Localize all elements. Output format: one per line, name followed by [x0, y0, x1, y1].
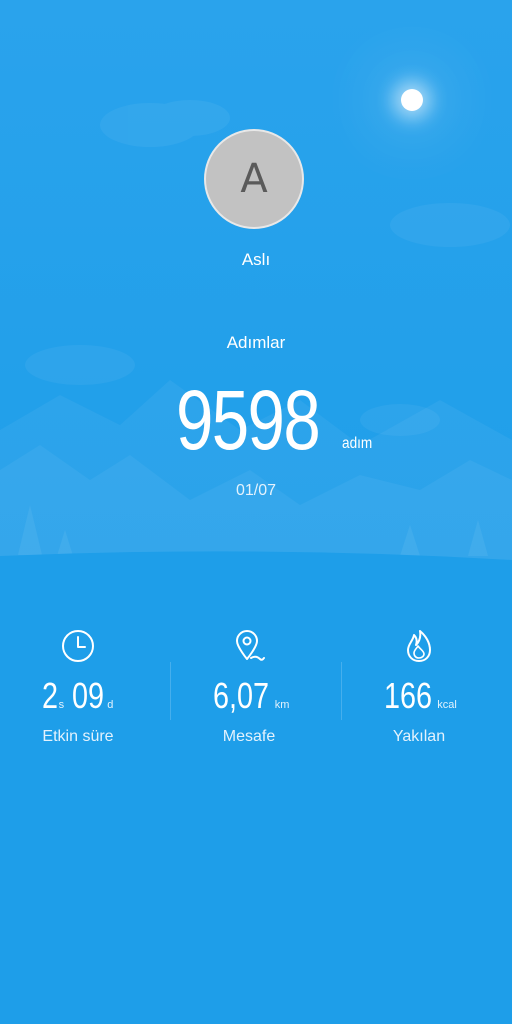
calories-label: Yakılan — [392, 728, 446, 745]
distance-label: Mesafe — [222, 728, 276, 745]
distance-value: 6,07 — [212, 675, 269, 716]
active-minutes-value: 09 — [72, 675, 105, 716]
date-label: 01/07 — [235, 482, 277, 499]
avatar-initial: A — [240, 156, 268, 202]
steps-count[interactable]: 9598 — [176, 374, 321, 466]
active-hours-value: 2 — [41, 675, 58, 716]
distance-unit: km — [274, 699, 290, 711]
sun-decoration — [401, 89, 423, 111]
steps-unit: adım — [342, 435, 373, 452]
stat-distance[interactable]: 6,07 km Mesafe — [164, 628, 334, 746]
clock-icon — [62, 630, 94, 662]
calories-unit: kcal — [437, 699, 457, 711]
background-scene — [0, 0, 512, 600]
active-minutes-unit: d — [107, 699, 114, 711]
steps-label: Adımlar — [226, 333, 286, 352]
avatar[interactable]: A — [204, 129, 304, 229]
stat-calories[interactable]: 166 kcal Yakılan — [334, 628, 504, 746]
location-pin-icon — [236, 630, 265, 661]
user-name: Aslı — [241, 250, 271, 269]
active-time-label: Etkin süre — [42, 728, 114, 745]
stat-active-time[interactable]: 2 s 09 d Etkin süre — [0, 628, 163, 746]
flame-icon — [407, 630, 431, 662]
calories-value: 166 — [384, 675, 433, 716]
active-hours-unit: s — [58, 699, 65, 711]
